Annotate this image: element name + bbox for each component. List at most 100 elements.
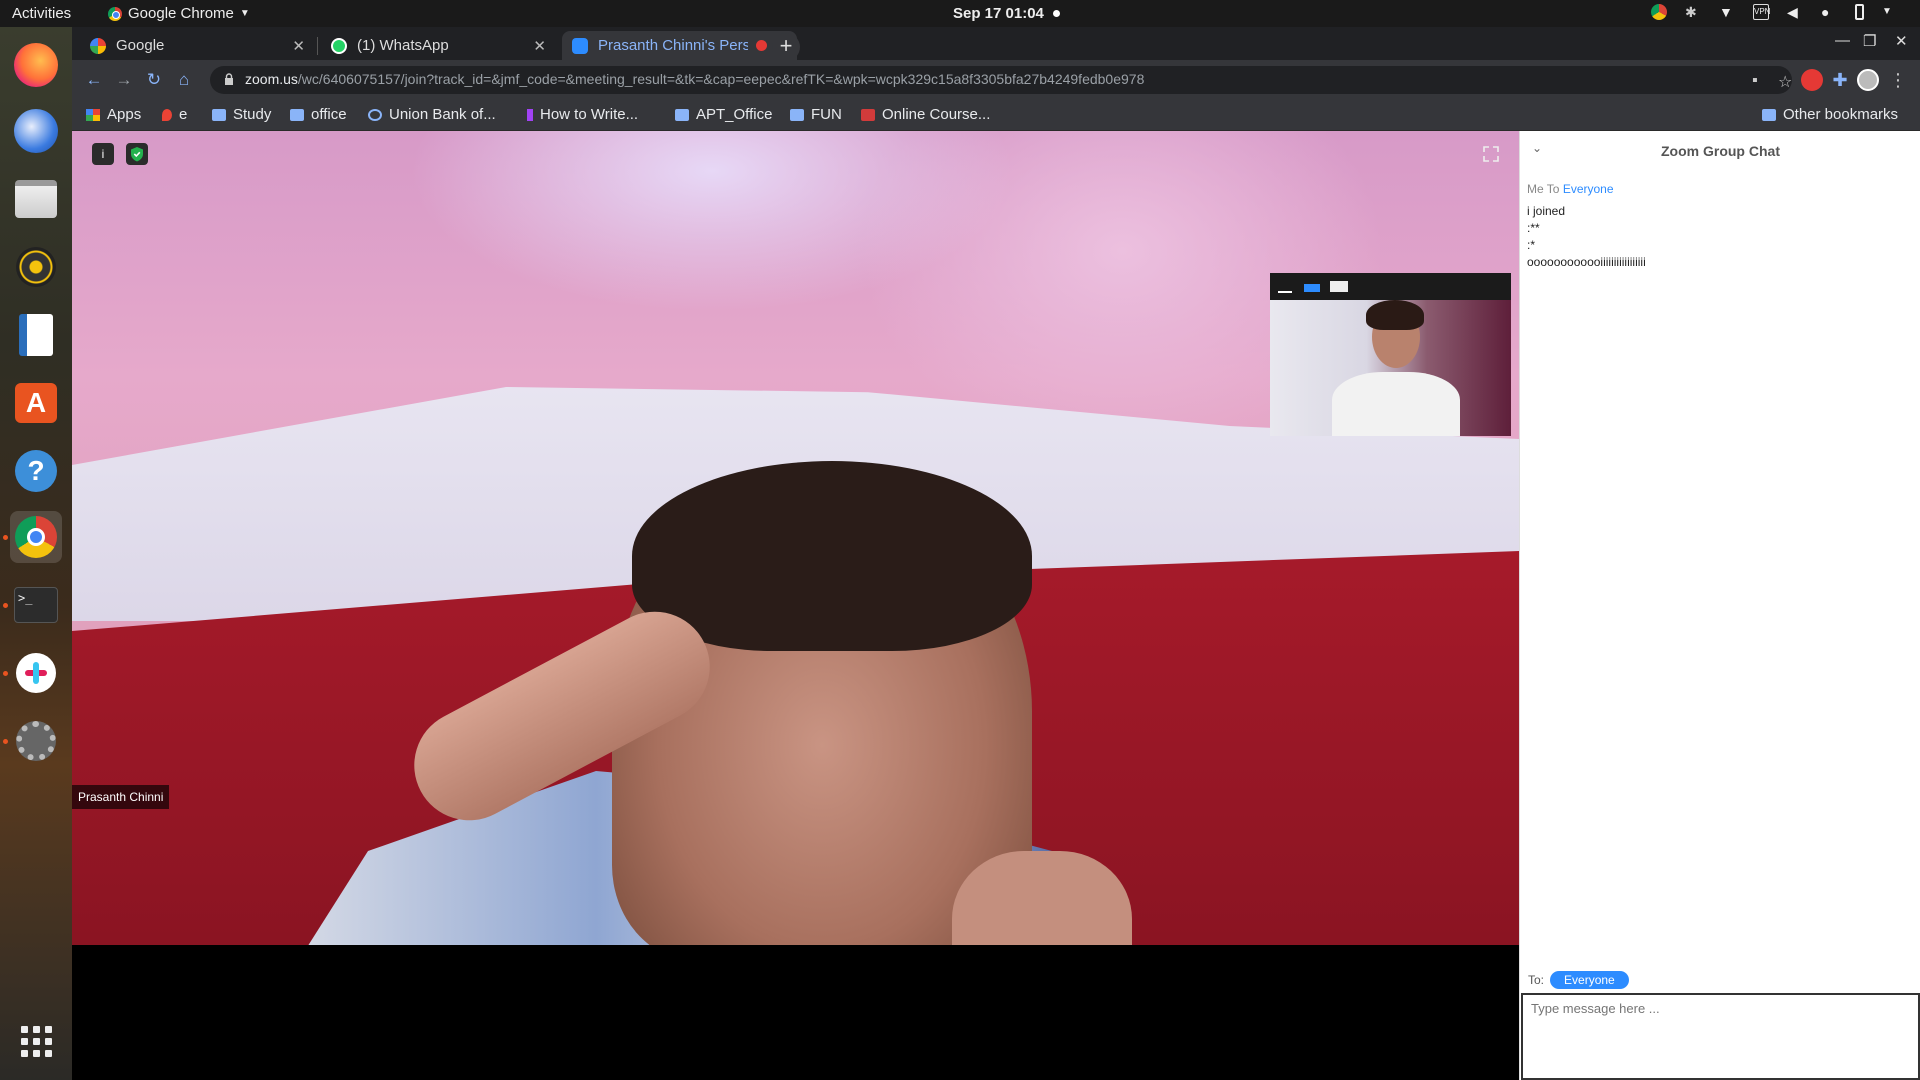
chrome-window: Google ✕ (1) WhatsApp ✕ Prasanth Chinni'… — [72, 27, 1920, 1080]
chat-sender: Me To — [1527, 182, 1560, 196]
encryption-shield-icon[interactable] — [126, 143, 148, 165]
close-tab-icon[interactable]: ✕ — [533, 37, 546, 55]
self-person-hair — [1366, 300, 1424, 330]
bookmark-star-icon[interactable]: ☆ — [1778, 72, 1794, 91]
tab-title: Prasanth Chinni's Pers — [598, 37, 748, 54]
terminal-icon[interactable]: >_ — [3, 579, 62, 631]
globe-icon — [368, 108, 382, 121]
power-menu-icon[interactable]: ▼ — [1882, 4, 1898, 20]
firefox-icon[interactable] — [10, 39, 62, 91]
software-icon[interactable]: A — [10, 377, 62, 429]
chrome-menu-icon[interactable]: ⋮ — [1887, 69, 1909, 91]
active-speaker-video[interactable]: Prasanth Chinni — [72, 131, 1519, 945]
new-tab-button[interactable]: + — [772, 33, 800, 61]
bookmark-other[interactable]: Other bookmarks — [1762, 106, 1898, 123]
app-menu[interactable]: Google Chrome ▼ — [108, 5, 250, 22]
battery-icon[interactable] — [1855, 4, 1864, 20]
bookmark-office[interactable]: office — [290, 106, 347, 123]
chrome-icon — [108, 6, 122, 21]
extension-red-icon[interactable] — [1801, 69, 1823, 91]
rhythmbox-icon[interactable] — [10, 241, 62, 293]
vpn-icon[interactable]: VPN — [1753, 4, 1770, 20]
google-icon — [90, 37, 106, 54]
app-grid-icon[interactable] — [10, 1015, 62, 1067]
chat-message: i joined — [1527, 204, 1566, 218]
to-label: To: — [1528, 973, 1545, 987]
chat-message-header: Me To Everyone — [1527, 182, 1614, 196]
volume-icon[interactable]: ◀ — [1787, 4, 1803, 20]
running-indicator — [3, 535, 8, 540]
extensions-puzzle-icon[interactable]: ✚ — [1829, 69, 1851, 91]
files-icon[interactable] — [10, 173, 62, 225]
restore-icon[interactable]: ❐ — [1863, 32, 1876, 50]
app-menu-label: Google Chrome — [128, 5, 234, 22]
tab-whatsapp[interactable]: (1) WhatsApp ✕ — [321, 31, 556, 60]
zoom-icon — [572, 37, 588, 54]
bookmark-union-bank[interactable]: Union Bank of... — [368, 106, 496, 123]
browser-toolbar: ← → ↻ ⌂ zoom.us/wc/6406075157/join?track… — [72, 60, 1920, 100]
running-indicator — [3, 739, 8, 744]
chrome-tray-icon[interactable] — [1651, 4, 1667, 20]
chat-title: Zoom Group Chat — [1661, 143, 1780, 159]
microphone-icon[interactable]: ● — [1821, 4, 1837, 20]
bookmark-e[interactable]: e — [162, 106, 187, 123]
profile-avatar[interactable] — [1857, 69, 1879, 91]
fullscreen-icon[interactable] — [1483, 146, 1499, 162]
slack-icon[interactable] — [3, 647, 62, 699]
chat-recipient[interactable]: Everyone — [1563, 182, 1614, 196]
activities-button[interactable]: Activities — [12, 5, 71, 22]
close-window-icon[interactable]: ✕ — [1895, 32, 1908, 50]
minimize-video-icon[interactable] — [1278, 283, 1292, 293]
reload-icon[interactable]: ↻ — [142, 68, 166, 92]
maps-pin-icon — [162, 108, 172, 121]
minimize-icon[interactable]: — — [1835, 32, 1850, 49]
bookmark-label: FUN — [811, 106, 842, 123]
bookmark-apps[interactable]: Apps — [86, 106, 141, 123]
bookmark-apt-office[interactable]: APT_Office — [675, 106, 772, 123]
bookmark-study[interactable]: Study — [212, 106, 271, 123]
system-tray[interactable]: ✱ ▼ VPN ◀ ● ▼ — [1651, 4, 1898, 20]
folder-icon — [675, 108, 689, 121]
tab-google[interactable]: Google ✕ — [80, 31, 315, 60]
participant-name-tag: Prasanth Chinni — [72, 785, 170, 809]
folder-icon — [1762, 108, 1776, 121]
tab-zoom-meeting[interactable]: Prasanth Chinni's Pers ✕ — [562, 31, 797, 60]
back-icon[interactable]: ← — [82, 68, 106, 92]
gallery-view-icon[interactable] — [1330, 281, 1348, 292]
url-host: zoom.us — [245, 71, 298, 87]
bookmark-how-to-write[interactable]: How to Write... — [527, 106, 638, 123]
tab-separator — [317, 37, 318, 55]
recipient-dropdown[interactable]: Everyone — [1550, 971, 1629, 989]
chrome-icon[interactable] — [3, 511, 62, 563]
chat-message-input[interactable] — [1521, 993, 1920, 1080]
site-favicon-icon — [527, 108, 533, 121]
camera-blocked-icon[interactable]: ▪ — [1752, 72, 1768, 89]
bookmark-fun[interactable]: FUN — [790, 106, 842, 123]
thunderbird-icon[interactable] — [10, 105, 62, 157]
clock[interactable]: Sep 17 01:04 — [953, 5, 1044, 22]
home-icon[interactable]: ⌂ — [172, 68, 196, 92]
bookmark-online-course[interactable]: Online Course... — [861, 106, 990, 123]
self-view-video[interactable] — [1270, 273, 1511, 436]
address-bar[interactable]: zoom.us/wc/6406075157/join?track_id=&jmf… — [210, 66, 1792, 94]
folder-icon — [790, 108, 804, 121]
bookmark-label: APT_Office — [696, 106, 773, 123]
speaker-view-icon[interactable] — [1304, 284, 1320, 292]
close-tab-icon[interactable]: ✕ — [292, 37, 305, 55]
dock: A ? >_ — [0, 27, 72, 1080]
system-top-bar: Activities Google Chrome ▼ Sep 17 01:04 … — [0, 0, 1920, 27]
bookmark-label: office — [311, 106, 347, 123]
slack-tray-icon[interactable]: ✱ — [1685, 4, 1701, 20]
chat-message: :* — [1527, 238, 1536, 252]
wifi-icon[interactable]: ▼ — [1719, 4, 1735, 20]
video-area: Prasanth Chinni i — [72, 131, 1519, 1080]
settings-icon[interactable] — [3, 715, 62, 767]
meeting-info-icon[interactable]: i — [92, 143, 114, 165]
running-indicator — [3, 671, 8, 676]
writer-icon[interactable] — [10, 309, 62, 361]
help-icon[interactable]: ? — [10, 445, 62, 497]
self-person-shirt — [1332, 372, 1460, 436]
forward-icon[interactable]: → — [112, 68, 136, 92]
running-indicator — [3, 603, 8, 608]
tab-title: Google — [116, 37, 165, 54]
